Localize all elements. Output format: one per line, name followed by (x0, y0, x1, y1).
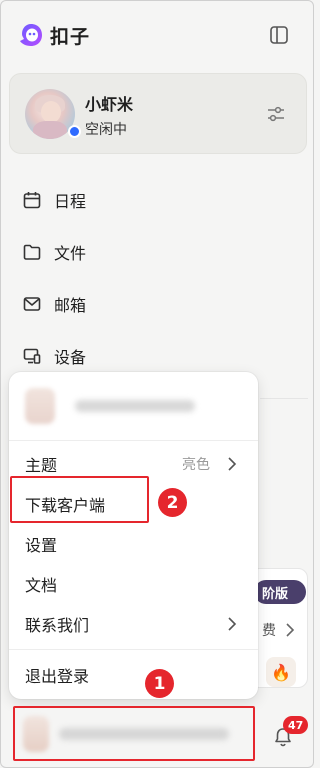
account-menu: 主题 亮色 下载客户端 设置 文档 联系我们 退出登录 (9, 372, 258, 699)
nav-label-schedule: 日程 (54, 192, 87, 211)
chevron-right-icon (286, 623, 295, 637)
user-status: 空闲中 (85, 122, 127, 138)
adjust-icon[interactable] (266, 104, 286, 124)
fee-label: 费 (262, 623, 276, 639)
step-badge-1: 1 (145, 669, 174, 698)
menu-item-contact[interactable]: 联系我们 (25, 609, 245, 639)
header: 扣子 (0, 0, 314, 70)
menu-label-docs: 文档 (25, 576, 58, 595)
highlight-download-client (10, 476, 149, 523)
folder-icon (23, 244, 41, 260)
menu-item-theme[interactable]: 主题 亮色 (25, 449, 245, 479)
sidebar-toggle-icon[interactable] (268, 24, 290, 46)
blurred-account-name (59, 728, 229, 740)
menu-item-docs[interactable]: 文档 (25, 569, 245, 599)
calendar-icon (23, 192, 41, 209)
nav-item-mail[interactable]: 邮箱 (22, 290, 86, 318)
nav-item-schedule[interactable]: 日程 (22, 186, 86, 214)
menu-account-header[interactable] (19, 382, 249, 430)
profile-card[interactable]: 小虾米 空闲中 (9, 73, 307, 154)
menu-label-logout: 退出登录 (25, 667, 90, 686)
menu-label-theme: 主题 (25, 456, 58, 475)
mail-icon (23, 297, 41, 311)
blurred-account-name (75, 400, 195, 412)
nav-item-devices[interactable]: 设备 (22, 342, 86, 370)
menu-label-contact: 联系我们 (25, 616, 90, 635)
coze-logo-icon (20, 24, 42, 46)
menu-item-logout[interactable]: 退出登录 (25, 660, 245, 690)
chevron-right-icon (228, 617, 237, 631)
theme-value: 亮色 (182, 457, 210, 473)
user-name: 小虾米 (85, 95, 134, 114)
background-divider (260, 398, 308, 399)
step-badge-2: 2 (158, 488, 187, 517)
nav-item-files[interactable]: 文件 (22, 238, 86, 266)
menu-divider (9, 649, 258, 650)
nav-label-files: 文件 (54, 244, 87, 263)
status-dot (68, 125, 81, 138)
menu-label-settings: 设置 (25, 536, 58, 555)
fire-icon: 🔥 (266, 657, 296, 687)
plan-badge: 阶版 (254, 580, 306, 604)
nav-label-mail: 邮箱 (54, 296, 87, 315)
menu-divider (9, 440, 258, 441)
nav-label-devices: 设备 (54, 348, 87, 367)
chevron-right-icon (228, 457, 237, 471)
blurred-avatar (23, 716, 49, 752)
notification-count-badge: 47 (283, 716, 309, 734)
blurred-avatar (25, 388, 55, 424)
bottom-account-button[interactable] (13, 706, 255, 761)
app-name: 扣子 (50, 26, 91, 48)
device-icon (23, 348, 41, 364)
menu-item-settings[interactable]: 设置 (25, 529, 245, 559)
